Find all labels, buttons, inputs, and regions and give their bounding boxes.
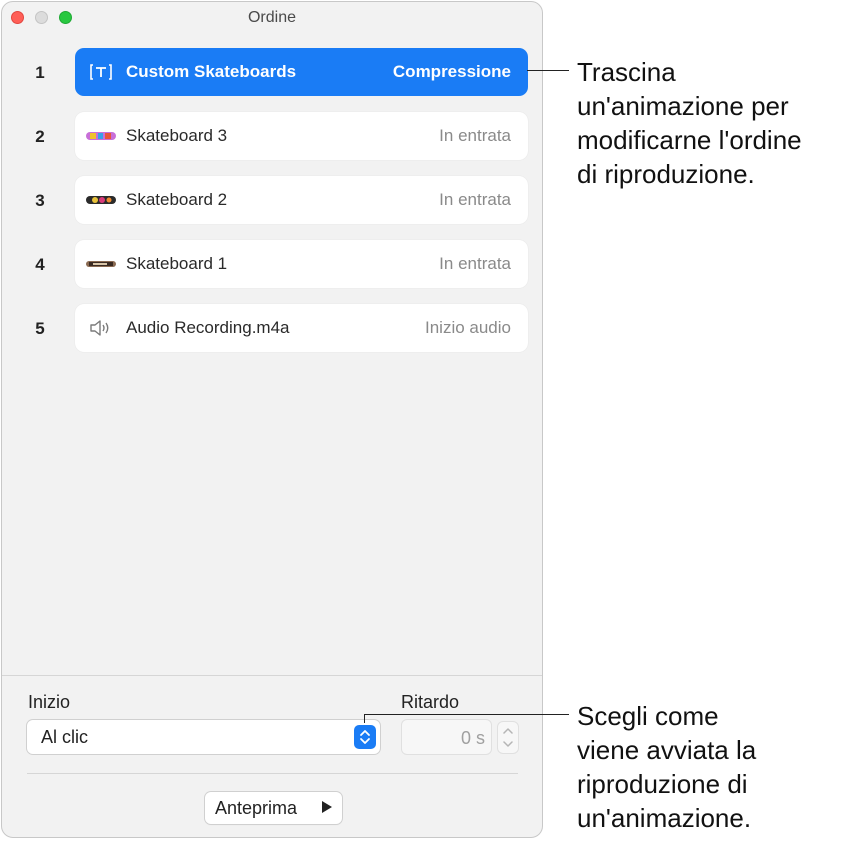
stepper-up-icon — [503, 728, 513, 734]
callout-top-line-4: di riproduzione. — [577, 159, 755, 189]
preview-button[interactable]: Anteprima — [205, 792, 342, 824]
skateboard-3-thumbnail — [85, 127, 117, 145]
animation-row-4: 4 Skateboard 1 In entrata — [2, 240, 542, 290]
animation-item-skateboard-1[interactable]: Skateboard 1 In entrata — [75, 240, 528, 288]
select-arrows-icon[interactable] — [354, 725, 376, 749]
delay-field[interactable]: 0 s — [402, 720, 491, 754]
start-label: Inizio — [28, 692, 71, 712]
order-window: Ordine 1 Custom Skateboards Compressione… — [1, 1, 543, 838]
animation-effect: Inizio audio — [424, 318, 511, 337]
play-icon — [322, 801, 332, 813]
callout-bottom-line-4: un'animazione. — [577, 803, 752, 833]
section-divider — [2, 675, 542, 676]
callout-line-top — [527, 70, 569, 71]
animation-index: 5 — [35, 319, 45, 338]
animation-index: 1 — [35, 63, 45, 82]
callout-line-bottom — [364, 714, 569, 715]
skateboard-2-thumbnail — [85, 191, 117, 209]
animation-effect: Compressione — [392, 62, 511, 81]
animation-name: Audio Recording.m4a — [126, 318, 290, 337]
animation-effect: In entrata — [439, 126, 511, 145]
animation-row-2: 2 Skateboard 3 In entrata — [2, 112, 542, 162]
animation-row-5: 5 Audio Recording.m4a Inizio audio — [2, 304, 542, 354]
animation-row-1: 1 Custom Skateboards Compressione — [2, 48, 542, 98]
animation-name: Skateboard 1 — [126, 254, 228, 273]
animation-effect: In entrata — [439, 190, 511, 209]
section-divider — [27, 773, 518, 774]
animation-item-skateboard-3[interactable]: Skateboard 3 In entrata — [75, 112, 528, 160]
animation-name: Skateboard 3 — [126, 126, 228, 145]
animation-effect: In entrata — [439, 254, 511, 273]
title-bar: Ordine — [2, 2, 542, 32]
callout-top-line-3: modificarne l'ordine — [577, 125, 802, 155]
callout-bottom-line-2: viene avviata la — [577, 735, 757, 765]
delay-stepper[interactable] — [498, 722, 518, 753]
delay-label: Ritardo — [401, 692, 460, 712]
callout-bottom-line-1: Scegli come — [577, 701, 719, 731]
delay-value: 0 s — [460, 728, 485, 748]
animation-name: Skateboard 2 — [126, 190, 228, 209]
preview-button-label: Anteprima — [215, 798, 298, 818]
animation-index: 2 — [35, 127, 45, 146]
callout-top-line-2: un'animazione per — [577, 91, 789, 121]
animation-row-3: 3 Skateboard 2 In entrata — [2, 176, 542, 226]
animation-item-audio-recording[interactable]: Audio Recording.m4a Inizio audio — [75, 304, 528, 352]
animation-index: 3 — [35, 191, 45, 210]
callout-top-line-1: Trascina — [577, 57, 676, 87]
animation-item-skateboard-2[interactable]: Skateboard 2 In entrata — [75, 176, 528, 224]
animation-item-custom-skateboards[interactable]: Custom Skateboards Compressione — [75, 48, 528, 96]
start-select-value: Al clic — [41, 727, 89, 747]
callout-bottom-line-3: riproduzione di — [577, 769, 748, 799]
callout-top: Trascina un'animazione per modificarne l… — [577, 55, 802, 191]
start-select[interactable]: Al clic — [27, 720, 380, 754]
animation-name: Custom Skateboards — [126, 62, 297, 81]
speaker-icon — [85, 319, 117, 337]
stepper-down-icon — [503, 741, 513, 747]
textbox-icon — [85, 63, 117, 81]
callout-bottom: Scegli come viene avviata la riproduzion… — [577, 699, 756, 835]
skateboard-1-thumbnail — [85, 255, 117, 273]
window-title: Ordine — [247, 9, 297, 26]
animation-index: 4 — [35, 255, 45, 274]
callout-line-bottom-vertical — [364, 714, 365, 723]
